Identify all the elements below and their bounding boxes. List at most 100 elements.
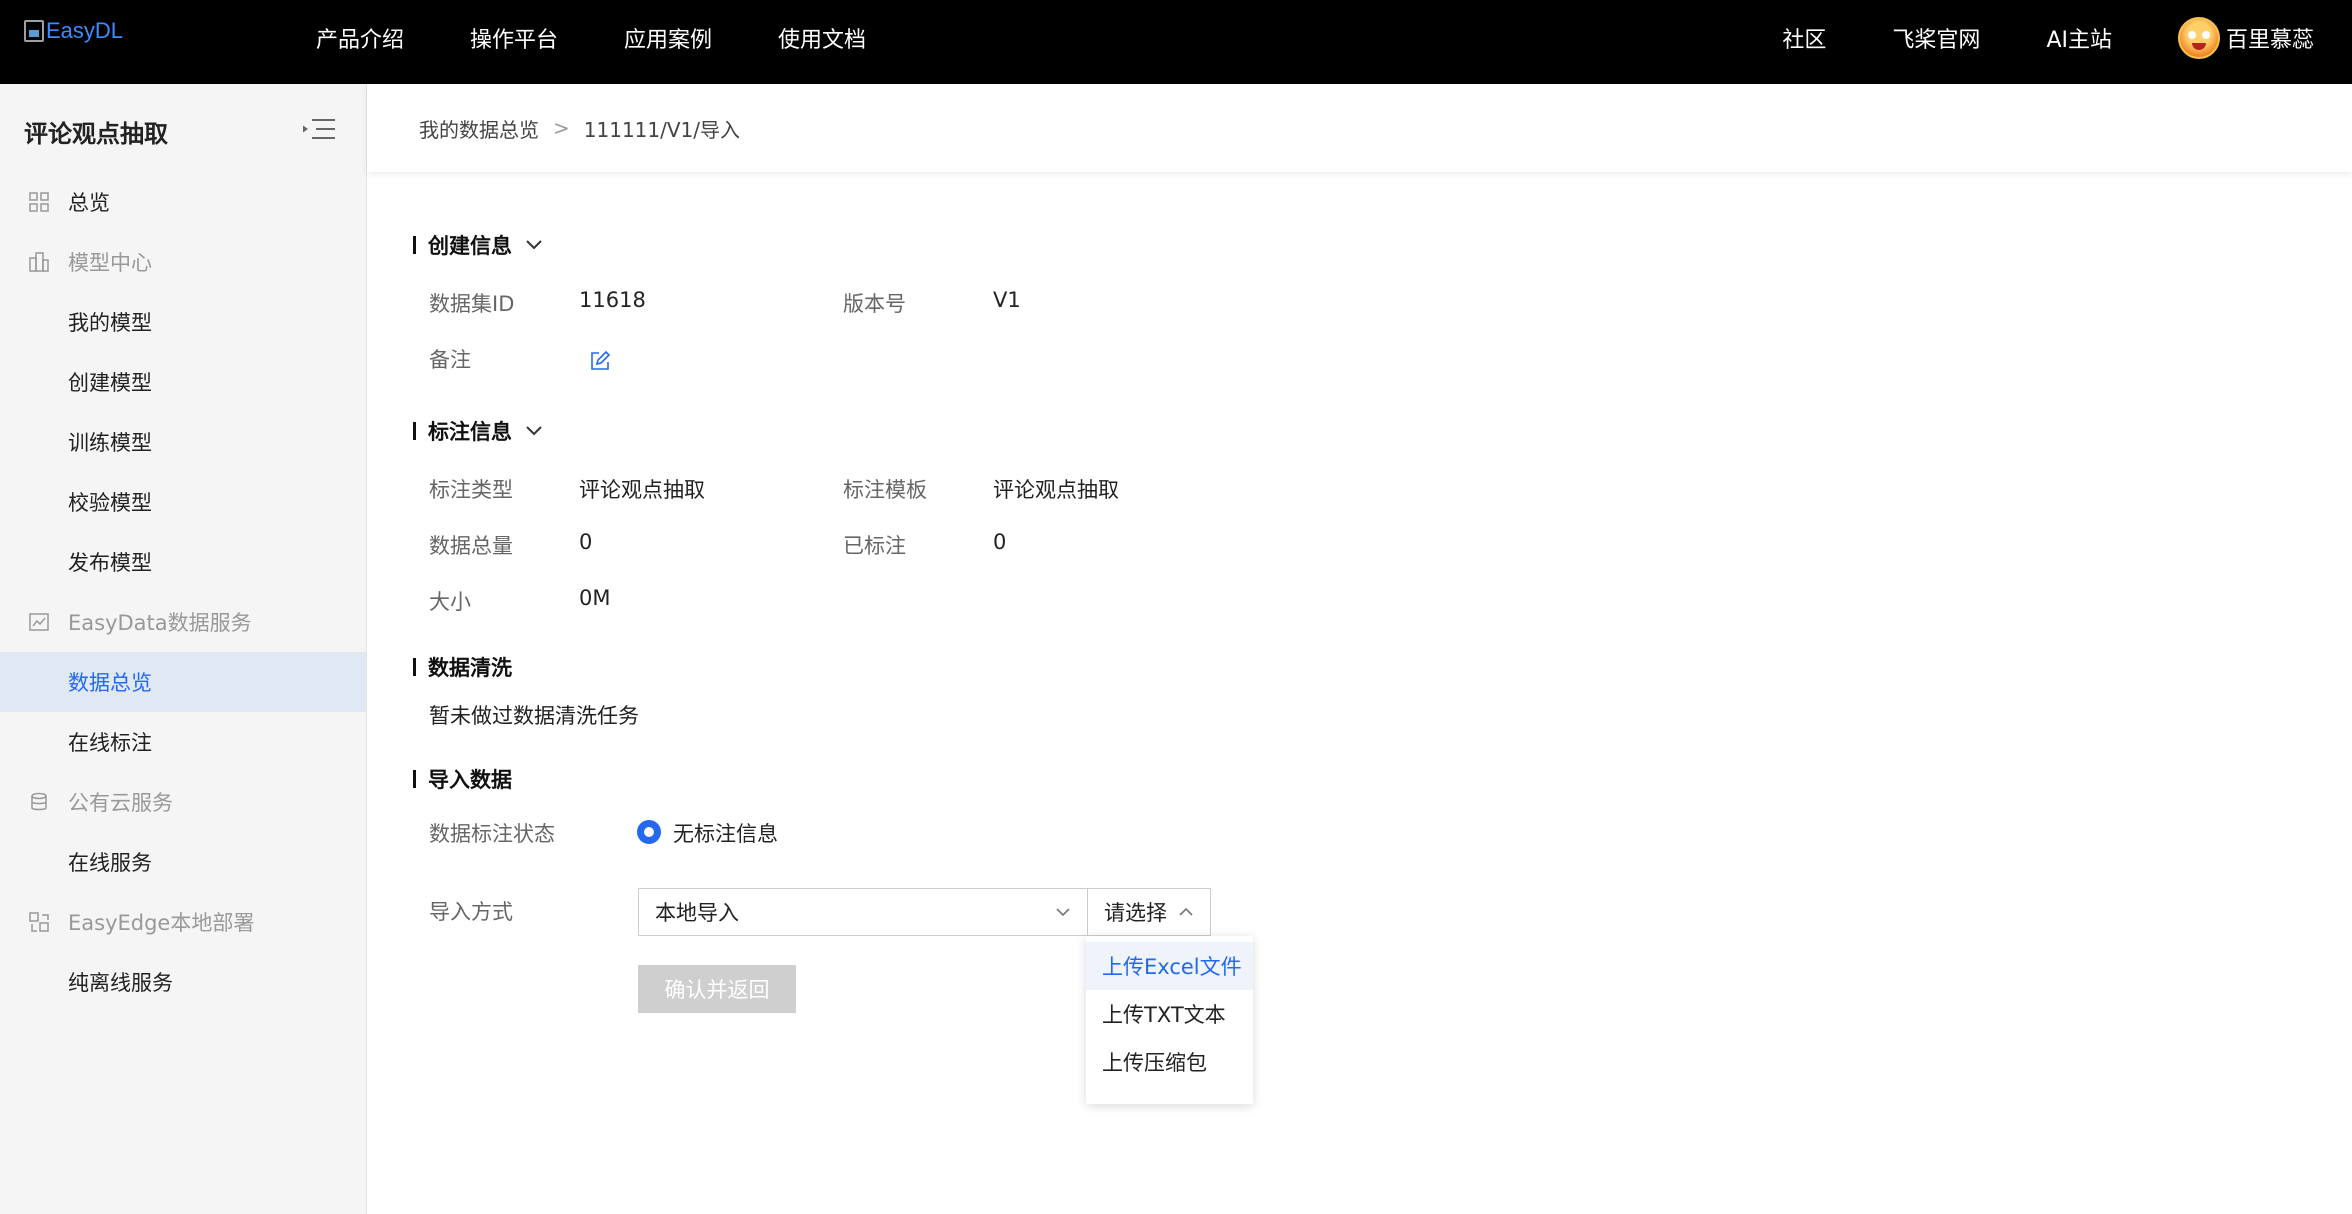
nav-cases[interactable]: 应用案例 bbox=[624, 22, 712, 54]
breadcrumb-current: 111111/V1/导入 bbox=[583, 117, 740, 142]
annotation-type-label: 标注类型 bbox=[429, 478, 513, 502]
broken-image-icon bbox=[24, 20, 44, 42]
breadcrumb-separator: > bbox=[553, 116, 570, 140]
confirm-return-button[interactable]: 确认并返回 bbox=[638, 965, 796, 1013]
sidebar-item-create-model[interactable]: 创建模型 bbox=[0, 352, 366, 412]
database-icon bbox=[31, 792, 47, 811]
section-import-data: 导入数据 bbox=[413, 764, 512, 794]
sidebar-item-my-models[interactable]: 我的模型 bbox=[0, 292, 366, 352]
nav-product-intro[interactable]: 产品介绍 bbox=[316, 22, 404, 54]
section-title: 创建信息 bbox=[428, 234, 512, 258]
cleaning-empty-message: 暂未做过数据清洗任务 bbox=[429, 704, 639, 728]
building-icon bbox=[29, 252, 49, 272]
import-source-select[interactable]: 请选择 bbox=[1087, 888, 1211, 936]
sidebar-title: 评论观点抽取 bbox=[24, 120, 168, 148]
top-navbar: EasyDL 产品介绍 操作平台 应用案例 使用文档 社区 飞桨官网 AI主站 … bbox=[0, 0, 2352, 84]
annotation-template-value: 评论观点抽取 bbox=[993, 478, 1119, 502]
dataset-id-value: 11618 bbox=[579, 288, 646, 312]
section-title: 数据清洗 bbox=[428, 656, 512, 680]
sidebar-item-data-overview[interactable]: 数据总览 bbox=[0, 652, 366, 712]
sidebar-item-label: 数据总览 bbox=[68, 671, 152, 695]
section-title: 标注信息 bbox=[428, 420, 512, 444]
sidebar-item-offline-service[interactable]: 纯离线服务 bbox=[0, 952, 366, 1012]
labeled-count-value: 0 bbox=[993, 530, 1007, 554]
dropdown-option-zip[interactable]: 上传压缩包 bbox=[1086, 1038, 1253, 1086]
sidebar-group-model-center[interactable]: 模型中心 bbox=[0, 232, 366, 292]
sidebar-item-label: 在线标注 bbox=[68, 731, 152, 755]
dataset-id-label: 数据集ID bbox=[429, 292, 515, 316]
chevron-down-icon bbox=[1056, 908, 1070, 917]
import-source-placeholder: 请选择 bbox=[1104, 901, 1167, 925]
labeled-count-label: 已标注 bbox=[843, 534, 906, 558]
sidebar-item-verify-model[interactable]: 校验模型 bbox=[0, 472, 366, 532]
nav-paddle[interactable]: 飞桨官网 bbox=[1892, 22, 1980, 54]
breadcrumb-parent-link[interactable]: 我的数据总览 bbox=[419, 114, 539, 143]
no-annotation-radio[interactable] bbox=[637, 820, 661, 844]
chevron-down-icon bbox=[526, 240, 542, 250]
sidebar-item-train-model[interactable]: 训练模型 bbox=[0, 412, 366, 472]
version-value: V1 bbox=[993, 288, 1021, 312]
deploy-icon bbox=[29, 912, 49, 932]
nav-platform[interactable]: 操作平台 bbox=[470, 22, 558, 54]
logo-text: EasyDL bbox=[46, 18, 124, 43]
sidebar-item-label: 发布模型 bbox=[68, 551, 152, 575]
sidebar-item-online-service[interactable]: 在线服务 bbox=[0, 832, 366, 892]
section-data-cleaning: 数据清洗 bbox=[413, 652, 512, 682]
sidebar-item-label: 纯离线服务 bbox=[68, 971, 173, 995]
section-annotation-info[interactable]: 标注信息 bbox=[413, 416, 542, 446]
data-total-label: 数据总量 bbox=[429, 534, 513, 558]
edit-icon[interactable] bbox=[589, 350, 611, 372]
easydl-logo[interactable]: EasyDL bbox=[24, 16, 123, 46]
import-method-select[interactable]: 本地导入 bbox=[638, 888, 1087, 936]
import-method-label: 导入方式 bbox=[429, 900, 513, 924]
nav-ai-site[interactable]: AI主站 bbox=[2046, 22, 2112, 54]
data-total-value: 0 bbox=[579, 530, 593, 554]
annotation-status-label: 数据标注状态 bbox=[429, 822, 555, 846]
nav-community[interactable]: 社区 bbox=[1782, 22, 1826, 54]
section-create-info[interactable]: 创建信息 bbox=[413, 230, 542, 260]
collapse-menu-icon[interactable] bbox=[302, 116, 336, 142]
main-nav: 产品介绍 操作平台 应用案例 使用文档 bbox=[316, 0, 866, 76]
dropdown-option-txt[interactable]: 上传TXT文本 bbox=[1086, 990, 1253, 1038]
section-marker bbox=[413, 658, 416, 676]
sidebar-group-public-cloud[interactable]: 公有云服务 bbox=[0, 772, 366, 832]
sidebar: 评论观点抽取 总览 模型中心 我的模型 创建模型 训练模型 校验模型 发布模型 … bbox=[0, 84, 367, 1214]
annotation-type-value: 评论观点抽取 bbox=[579, 478, 705, 502]
sidebar-item-label: 总览 bbox=[68, 191, 110, 215]
chevron-up-icon bbox=[1179, 907, 1193, 916]
sidebar-item-label: 模型中心 bbox=[68, 251, 152, 275]
annotation-template-label: 标注模板 bbox=[843, 478, 927, 502]
sidebar-item-label: 创建模型 bbox=[68, 371, 152, 395]
main-content: 创建信息 数据集ID 11618 版本号 V1 备注 标注信息 标注类型 评论观… bbox=[367, 172, 2352, 1214]
nav-docs[interactable]: 使用文档 bbox=[778, 22, 866, 54]
user-menu[interactable]: 百里慕蕊 bbox=[2177, 17, 2314, 59]
remark-label: 备注 bbox=[429, 348, 471, 372]
section-marker bbox=[413, 770, 416, 788]
sidebar-item-online-annotation[interactable]: 在线标注 bbox=[0, 712, 366, 772]
section-marker bbox=[413, 422, 416, 440]
sidebar-group-easydata[interactable]: EasyData数据服务 bbox=[0, 592, 366, 652]
version-label: 版本号 bbox=[843, 292, 906, 316]
no-annotation-radio-label[interactable]: 无标注信息 bbox=[673, 818, 778, 848]
sidebar-item-overview[interactable]: 总览 bbox=[0, 172, 366, 232]
chart-icon bbox=[29, 613, 49, 631]
sidebar-item-label: 训练模型 bbox=[68, 431, 152, 455]
sidebar-item-label: 校验模型 bbox=[68, 491, 152, 515]
section-marker bbox=[413, 236, 416, 254]
user-name: 百里慕蕊 bbox=[2225, 28, 2314, 53]
size-label: 大小 bbox=[429, 590, 471, 614]
import-method-value: 本地导入 bbox=[655, 901, 739, 925]
sidebar-item-publish-model[interactable]: 发布模型 bbox=[0, 532, 366, 592]
sidebar-item-label: EasyEdge本地部署 bbox=[68, 911, 255, 935]
right-nav: 社区 飞桨官网 AI主站 百里慕蕊 bbox=[1782, 0, 2352, 76]
avatar bbox=[2177, 17, 2220, 59]
dropdown-option-excel[interactable]: 上传Excel文件 bbox=[1086, 942, 1253, 990]
chevron-down-icon bbox=[526, 426, 542, 436]
grid-icon bbox=[29, 192, 49, 212]
size-value: 0M bbox=[579, 586, 611, 610]
sidebar-group-easyedge[interactable]: EasyEdge本地部署 bbox=[0, 892, 366, 952]
sidebar-item-label: 公有云服务 bbox=[68, 791, 173, 815]
sidebar-item-label: 在线服务 bbox=[68, 851, 152, 875]
import-source-dropdown: 上传Excel文件 上传TXT文本 上传压缩包 bbox=[1086, 936, 1253, 1104]
section-title: 导入数据 bbox=[428, 768, 512, 792]
